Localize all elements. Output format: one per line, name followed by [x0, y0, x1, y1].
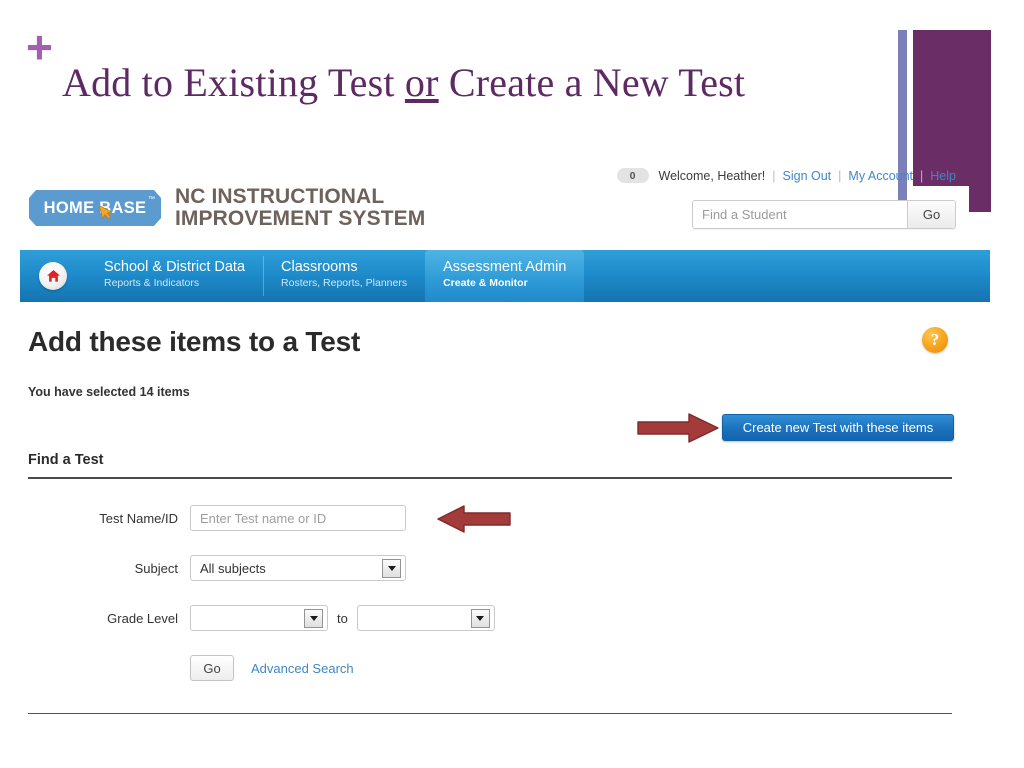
nav-item-title: School & District Data	[104, 259, 246, 275]
chevron-down-icon	[382, 558, 401, 578]
link-separator-1: |	[772, 168, 776, 183]
system-name-line2: IMPROVEMENT SYSTEM	[175, 207, 426, 230]
nav-item-title: Classrooms	[281, 259, 358, 275]
trademark-symbol: ™	[148, 196, 155, 203]
nav-item-assessment-admin[interactable]: Assessment Admin Create & Monitor	[425, 250, 585, 302]
primary-navigation: School & District Data Reports & Indicat…	[20, 250, 990, 302]
student-search-input[interactable]	[693, 201, 907, 228]
student-search-go-button[interactable]: Go	[907, 201, 955, 228]
slide-title-emphasis: or	[404, 60, 439, 105]
subject-label: Subject	[134, 560, 178, 576]
chevron-down-icon	[470, 608, 490, 628]
system-name: NC INSTRUCTIONAL IMPROVEMENT SYSTEM	[175, 186, 425, 230]
advanced-search-link[interactable]: Advanced Search	[251, 661, 354, 676]
nav-home-button[interactable]	[20, 250, 86, 302]
test-name-input[interactable]	[190, 505, 406, 531]
find-test-go-button[interactable]: Go	[190, 655, 234, 681]
chevron-down-icon	[304, 608, 323, 628]
form-row-test-name: Test Name/ID	[0, 505, 406, 531]
subject-selected-value: All subjects	[200, 560, 266, 576]
find-a-test-heading: Find a Test	[28, 452, 104, 468]
nav-item-school-district-data[interactable]: School & District Data Reports & Indicat…	[86, 250, 263, 302]
user-links-bar: 0 Welcome, Heather! | Sign Out | My Acco…	[616, 168, 956, 183]
page-title: Add these items to a Test	[28, 326, 361, 357]
help-link[interactable]: Help	[930, 169, 956, 183]
sign-out-link[interactable]: Sign Out	[783, 169, 832, 183]
selected-items-count: You have selected 14 items	[28, 385, 190, 399]
slide-title: Add to Existing Test or Create a New Tes…	[62, 56, 862, 110]
form-row-actions: Go Advanced Search	[0, 655, 354, 681]
grade-level-label: Grade Level	[107, 610, 178, 626]
nav-item-subtitle: Reports & Indicators	[104, 277, 200, 289]
system-name-line1: NC INSTRUCTIONAL	[175, 185, 385, 208]
student-search-box: Go	[692, 200, 956, 229]
link-separator-2: |	[838, 168, 842, 183]
home-icon	[39, 262, 67, 290]
application-header: HOME BASE ™ NC INSTRUCTIONAL IMPROVEMENT…	[0, 160, 990, 248]
home-base-logo: HOME BASE ™	[29, 190, 161, 226]
grade-level-from-select[interactable]	[190, 605, 328, 631]
form-row-subject: Subject All subjects	[0, 555, 406, 581]
right-arrow-annotation	[637, 413, 719, 443]
nav-item-subtitle: Rosters, Reports, Planners	[281, 277, 408, 289]
slide-bullet-plus-icon: +	[26, 21, 53, 73]
home-base-logo-text: HOME BASE	[43, 198, 147, 217]
help-question-icon[interactable]: ?	[922, 327, 948, 353]
create-new-test-button[interactable]: Create new Test with these items	[722, 414, 954, 441]
welcome-message: Welcome, Heather!	[658, 168, 766, 183]
slide-title-part1: Add to Existing Test	[62, 60, 405, 105]
alert-count-badge[interactable]: 0	[616, 168, 649, 183]
bottom-divider	[28, 713, 952, 714]
my-account-link[interactable]: My Account	[848, 169, 913, 183]
test-name-label: Test Name/ID	[99, 510, 178, 526]
nav-item-subtitle: Create & Monitor	[443, 277, 528, 289]
nav-item-title: Assessment Admin	[443, 259, 567, 275]
left-arrow-annotation	[437, 505, 511, 533]
slide-title-part2: Create a New Test	[438, 60, 746, 105]
nav-item-classrooms[interactable]: Classrooms Rosters, Reports, Planners	[263, 250, 425, 302]
subject-select[interactable]: All subjects	[190, 555, 406, 581]
grade-level-to-select[interactable]	[356, 605, 495, 631]
brand-lockup: HOME BASE ™ NC INSTRUCTIONAL IMPROVEMENT…	[29, 186, 425, 230]
section-divider	[28, 477, 952, 479]
link-separator-3: |	[920, 168, 924, 183]
form-row-grade-level: Grade Level to	[0, 605, 495, 631]
grade-range-to-label: to	[337, 610, 348, 626]
